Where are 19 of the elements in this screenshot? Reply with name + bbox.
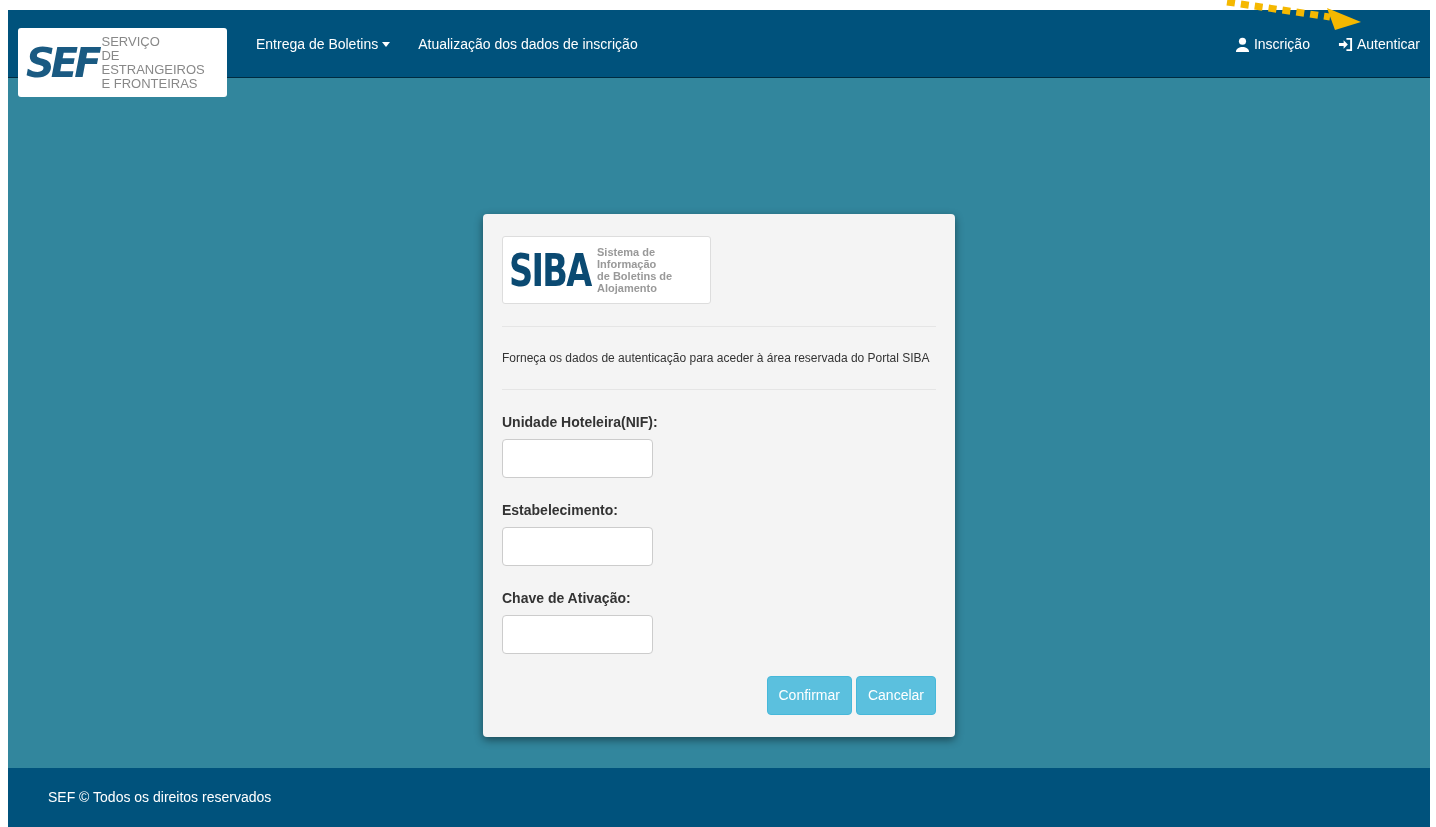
input-field[interactable]: [502, 439, 653, 478]
nav-link[interactable]: Inscrição: [1234, 33, 1310, 55]
field-label: Estabelecimento:: [502, 501, 619, 520]
field-label: Chave de Ativação:: [502, 589, 632, 608]
field-label: Unidade Hoteleira(NIF):: [502, 413, 659, 432]
nav-link[interactable]: Autenticar: [1337, 33, 1420, 55]
logo-text: SERVIÇO DE ESTRANGEIROS E FRONTEIRAS: [101, 34, 206, 91]
footer-text: SEF © Todos os direitos reservados: [48, 788, 272, 807]
logo-mark: SEF: [26, 39, 98, 86]
logo-text: Sistema de Informação de Boletins de Alojamento: [597, 246, 674, 294]
user-icon: [1234, 36, 1250, 52]
intro-text: Forneça os dados de autenticação para aceder à área reservada do Portal SIBA: [502, 350, 931, 367]
caret-icon: [382, 41, 391, 47]
nav-dropdown[interactable]: Entrega de Boletins: [256, 33, 391, 55]
nav-link[interactable]: Atualização dos dados de inscrição: [418, 33, 638, 55]
logo-mark: SIBA: [509, 244, 591, 296]
input-field[interactable]: [502, 527, 653, 566]
login-icon: [1337, 36, 1353, 52]
input-field[interactable]: [502, 615, 653, 654]
